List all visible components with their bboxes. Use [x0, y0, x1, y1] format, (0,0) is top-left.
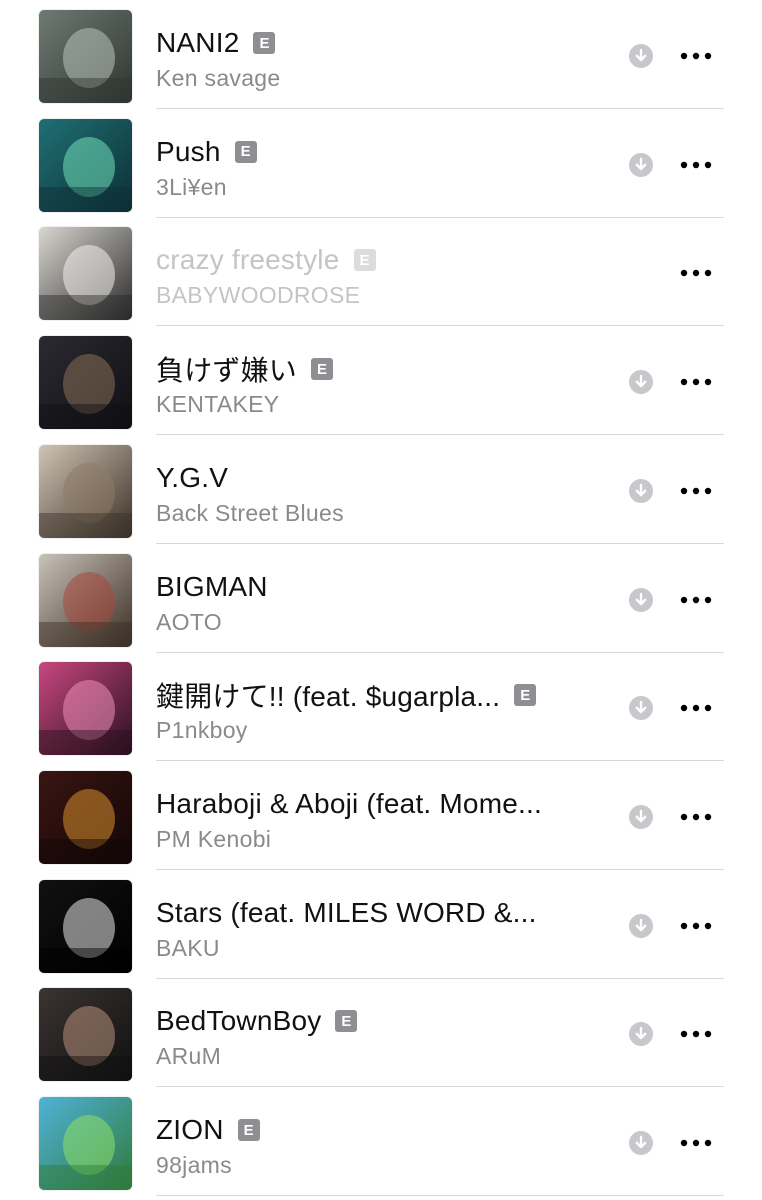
download-icon[interactable]: [629, 913, 653, 938]
album-artwork: [39, 336, 132, 430]
track-title-line: Y.G.V: [156, 460, 616, 496]
track-row[interactable]: 負けず嫌い E KENTAKEY: [0, 327, 762, 436]
track-row[interactable]: Haraboji & Aboji (feat. Mome... PM Kenobi: [0, 762, 762, 870]
download-icon[interactable]: [629, 587, 653, 612]
more-options-icon[interactable]: [680, 595, 712, 605]
track-title: BedTownBoy: [156, 1005, 322, 1037]
download-icon[interactable]: [629, 804, 653, 829]
download-icon[interactable]: [629, 696, 653, 721]
more-options-icon[interactable]: [680, 377, 712, 387]
more-options-icon[interactable]: [680, 1138, 712, 1148]
download-icon[interactable]: [629, 44, 653, 68]
track-row[interactable]: BIGMAN AOTO: [0, 545, 762, 653]
track-artist: P1nkboy: [156, 717, 248, 744]
more-options-icon[interactable]: [680, 703, 712, 713]
track-title: 鍵開けて!! (feat. $ugarpla...: [156, 681, 501, 713]
more-options-icon[interactable]: [680, 51, 712, 61]
track-row[interactable]: crazy freestyle E BABYWOODROSE: [0, 218, 762, 327]
album-artwork: [39, 118, 132, 212]
album-artwork: [39, 879, 132, 973]
track-row[interactable]: 鍵開けて!! (feat. $ugarpla... E P1nkboy: [0, 653, 762, 762]
row-divider: [156, 1195, 724, 1196]
explicit-badge: E: [311, 358, 334, 381]
track-artist: Back Street Blues: [156, 499, 344, 526]
album-artwork: [39, 227, 132, 321]
track-title-line: BedTownBoy E: [156, 1003, 616, 1039]
download-icon[interactable]: [629, 370, 653, 395]
track-title-line: NANI2 E: [156, 25, 616, 61]
more-options-icon[interactable]: [680, 812, 712, 822]
track-title: crazy freestyle: [156, 244, 340, 276]
track-title-line: Haraboji & Aboji (feat. Mome...: [156, 786, 616, 822]
track-title-line: Push E: [156, 134, 616, 170]
track-row[interactable]: Y.G.V Back Street Blues: [0, 436, 762, 544]
explicit-badge: E: [234, 140, 257, 163]
track-row[interactable]: ZION E 98jams: [0, 1088, 762, 1196]
track-title: Y.G.V: [156, 461, 229, 493]
explicit-badge: E: [237, 1119, 260, 1141]
album-artwork: [39, 770, 132, 864]
track-artist: BABYWOODROSE: [156, 282, 361, 309]
track-title: Push: [156, 135, 221, 167]
more-options-icon[interactable]: [680, 921, 712, 931]
track-row[interactable]: Stars (feat. MILES WORD &... BAKU: [0, 871, 762, 979]
more-options-icon[interactable]: [680, 160, 712, 170]
track-title: NANI2: [156, 27, 240, 58]
album-artwork: [39, 662, 132, 756]
download-icon[interactable]: [629, 478, 653, 503]
track-title-line: Stars (feat. MILES WORD &...: [156, 895, 616, 931]
track-title-line: 負けず嫌い E: [156, 351, 616, 387]
download-icon[interactable]: [629, 152, 653, 177]
track-row[interactable]: NANI2 E Ken savage: [0, 1, 762, 109]
album-artwork: [39, 1097, 132, 1190]
track-title: BIGMAN: [156, 570, 268, 602]
explicit-badge: E: [253, 32, 276, 54]
album-artwork: [39, 553, 132, 647]
more-options-icon[interactable]: [680, 268, 712, 278]
track-artist: ARuM: [156, 1043, 222, 1070]
download-icon[interactable]: [629, 1131, 653, 1155]
track-row[interactable]: BedTownBoy E ARuM: [0, 979, 762, 1088]
more-options-icon[interactable]: [680, 1029, 712, 1039]
more-options-icon[interactable]: [680, 486, 712, 496]
track-artist: Ken savage: [156, 65, 281, 91]
explicit-badge: E: [353, 249, 376, 272]
track-row[interactable]: Push E 3Li¥en: [0, 110, 762, 218]
album-artwork: [39, 444, 132, 538]
track-artist: BAKU: [156, 934, 220, 961]
track-title-line: crazy freestyle E: [156, 242, 616, 278]
download-icon[interactable]: [629, 1022, 653, 1047]
track-title-line: BIGMAN: [156, 569, 616, 605]
album-artwork: [39, 988, 132, 1082]
track-title: 負けず嫌い: [156, 355, 298, 387]
track-artist: PM Kenobi: [156, 825, 272, 852]
track-title: Haraboji & Aboji (feat. Mome...: [156, 787, 542, 819]
track-artist: AOTO: [156, 608, 222, 635]
track-title-line: 鍵開けて!! (feat. $ugarpla... E: [156, 677, 616, 713]
track-artist: 3Li¥en: [156, 173, 227, 200]
album-artwork: [39, 10, 132, 103]
track-title: ZION: [156, 1114, 224, 1145]
track-artist: 98jams: [156, 1152, 232, 1178]
explicit-badge: E: [335, 1010, 358, 1033]
explicit-badge: E: [514, 684, 537, 707]
track-title: Stars (feat. MILES WORD &...: [156, 896, 537, 928]
track-artist: KENTAKEY: [156, 391, 280, 418]
track-title-line: ZION E: [156, 1112, 616, 1148]
